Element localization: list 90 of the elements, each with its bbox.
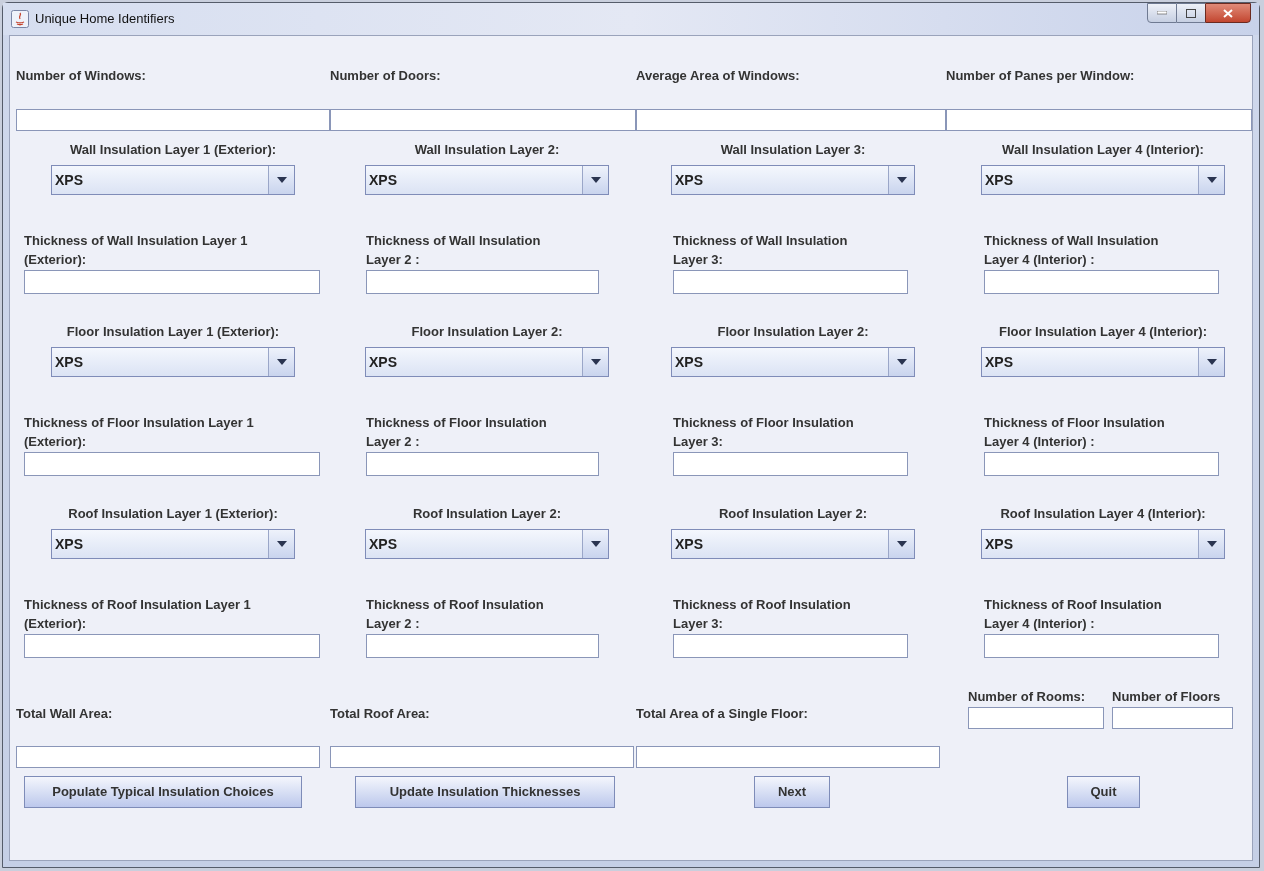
thickness-label: Thickness of Roof Insulation Layer 3: [673, 596, 852, 633]
thickness-label: Thickness of Floor Insulation Layer 2 : [366, 414, 548, 451]
caret-icon [896, 177, 907, 183]
close-icon [1223, 8, 1233, 18]
thickness-label: Thickness of Roof Insulation Layer 1 (Exterior): [24, 596, 252, 633]
total-field[interactable] [16, 746, 320, 768]
combo-label: Floor Insulation Layer 2: [411, 323, 563, 341]
insulation-dropdown[interactable]: XPS [365, 529, 609, 559]
thickness-field[interactable] [673, 634, 908, 658]
thickness-label: Thickness of Wall Insulation Layer 1 (Exterior): [24, 232, 249, 269]
insulation-dropdown[interactable]: XPS [51, 529, 295, 559]
thickness-field[interactable] [24, 634, 320, 658]
action-button[interactable]: Quit [1067, 776, 1140, 808]
caret-icon [590, 541, 601, 547]
insulation-dropdown[interactable]: XPS [671, 347, 915, 377]
thickness-field[interactable] [673, 452, 908, 476]
total-field[interactable] [330, 746, 634, 768]
maximize-button[interactable] [1177, 3, 1205, 23]
total-label: Total Roof Area: [330, 705, 431, 723]
combo-label: Wall Insulation Layer 2: [414, 141, 560, 159]
action-button[interactable]: Update Insulation Thicknesses [355, 776, 615, 808]
total-field[interactable] [636, 746, 940, 768]
count-field[interactable] [1112, 707, 1233, 729]
thickness-label: Thickness of Wall Insulation Layer 2 : [366, 232, 542, 269]
action-button[interactable]: Next [754, 776, 830, 808]
combo-label: Wall Insulation Layer 1 (Exterior): [69, 141, 277, 159]
thickness-label: Thickness of Floor Insulation Layer 4 (Interior) : [984, 414, 1166, 451]
insulation-dropdown[interactable]: XPS [671, 529, 915, 559]
field-label: Number of Panes per Window: [946, 67, 1136, 85]
thickness-label: Thickness of Floor Insulation Layer 3: [673, 414, 855, 451]
thickness-label: Thickness of Roof Insulation Layer 2 : [366, 596, 545, 633]
thickness-field[interactable] [366, 452, 599, 476]
text-field[interactable] [636, 109, 946, 131]
thickness-field[interactable] [984, 452, 1219, 476]
app-icon [11, 10, 29, 28]
caret-icon [276, 359, 287, 365]
combo-label: Wall Insulation Layer 4 (Interior): [1002, 141, 1204, 159]
caret-icon [896, 541, 907, 547]
total-label: Total Wall Area: [16, 705, 114, 723]
thickness-label: Thickness of Floor Insulation Layer 1 (Exterior): [24, 414, 255, 451]
thickness-label: Thickness of Wall Insulation Layer 4 (Interior) : [984, 232, 1160, 269]
insulation-dropdown[interactable]: XPS [365, 347, 609, 377]
action-button[interactable]: Populate Typical Insulation Choices [24, 776, 302, 808]
insulation-dropdown[interactable]: XPS [671, 165, 915, 195]
combo-label: Floor Insulation Layer 4 (Interior): [999, 323, 1207, 341]
combo-label: Roof Insulation Layer 1 (Exterior): [68, 505, 278, 523]
window-title: Unique Home Identifiers [35, 10, 175, 29]
caret-icon [1206, 541, 1217, 547]
combo-label: Roof Insulation Layer 4 (Interior): [1000, 505, 1206, 523]
close-button[interactable] [1205, 3, 1251, 23]
caret-icon [590, 359, 601, 365]
caret-icon [590, 177, 601, 183]
minimize-icon [1157, 11, 1167, 15]
combo-label: Wall Insulation Layer 3: [720, 141, 866, 159]
combo-label: Roof Insulation Layer 2: [412, 505, 562, 523]
thickness-label: Thickness of Roof Insulation Layer 4 (Interior) : [984, 596, 1163, 633]
minimize-button[interactable] [1147, 3, 1177, 23]
count-field[interactable] [968, 707, 1104, 729]
insulation-dropdown[interactable]: XPS [981, 165, 1225, 195]
thickness-field[interactable] [366, 270, 599, 294]
caret-icon [1206, 359, 1217, 365]
count-label: Number of Floors [1112, 688, 1222, 706]
thickness-field[interactable] [984, 634, 1219, 658]
thickness-field[interactable] [24, 270, 320, 294]
thickness-field[interactable] [24, 452, 320, 476]
text-field[interactable] [330, 109, 636, 131]
text-field[interactable] [16, 109, 330, 131]
insulation-dropdown[interactable]: XPS [365, 165, 609, 195]
caret-icon [896, 359, 907, 365]
caret-icon [276, 541, 287, 547]
combo-label: Roof Insulation Layer 2: [718, 505, 868, 523]
insulation-dropdown[interactable]: XPS [51, 165, 295, 195]
field-label: Average Area of Windows: [636, 67, 801, 85]
count-label: Number of Rooms: [968, 688, 1086, 706]
field-label: Number of Doors: [330, 67, 442, 85]
thickness-field[interactable] [673, 270, 908, 294]
total-label: Total Area of a Single Floor: [636, 705, 809, 723]
caret-icon [276, 177, 287, 183]
insulation-dropdown[interactable]: XPS [51, 347, 295, 377]
combo-label: Floor Insulation Layer 2: [717, 323, 869, 341]
insulation-dropdown[interactable]: XPS [981, 347, 1225, 377]
thickness-field[interactable] [984, 270, 1219, 294]
combo-label: Floor Insulation Layer 1 (Exterior): [66, 323, 280, 341]
thickness-label: Thickness of Wall Insulation Layer 3: [673, 232, 849, 269]
caret-icon [1206, 177, 1217, 183]
text-field[interactable] [946, 109, 1252, 131]
thickness-field[interactable] [366, 634, 599, 658]
maximize-icon [1186, 8, 1196, 18]
insulation-dropdown[interactable]: XPS [981, 529, 1225, 559]
field-label: Number of Windows: [16, 67, 147, 85]
